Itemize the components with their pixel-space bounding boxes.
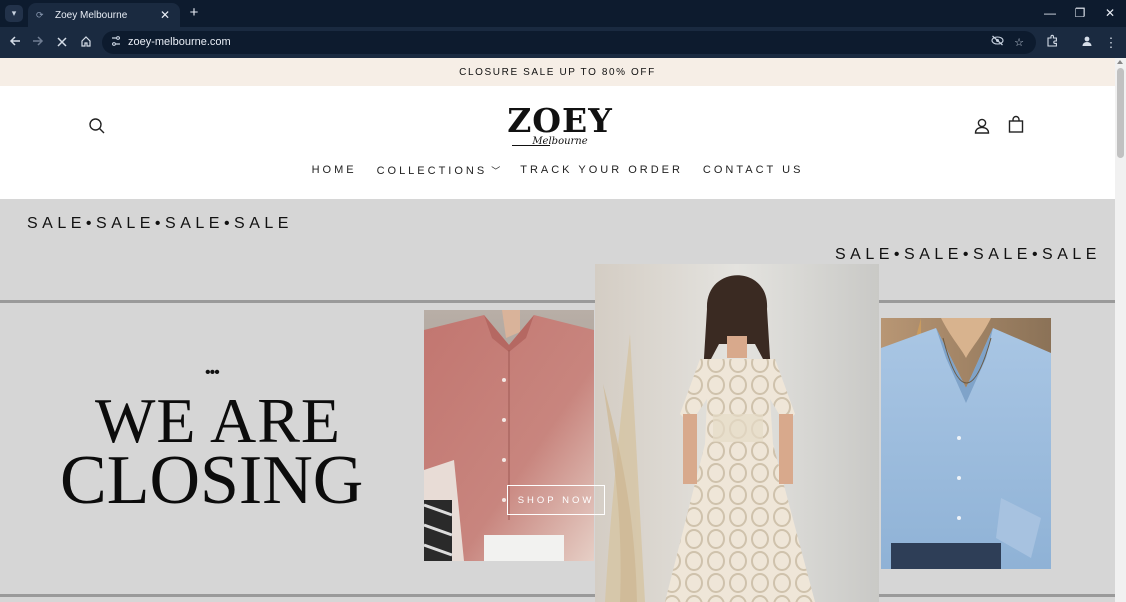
close-tab-icon[interactable]: ✕: [158, 8, 172, 22]
new-tab-button[interactable]: +: [185, 4, 203, 22]
back-button[interactable]: [5, 33, 25, 53]
bookmark-star-icon[interactable]: ☆: [1011, 35, 1027, 51]
bag-icon: [1008, 115, 1024, 133]
browser-toolbar: zoey-melbourne.com ☆ ⋮: [0, 27, 1126, 58]
profile-button[interactable]: [1077, 33, 1097, 53]
profile-icon: [1082, 36, 1092, 46]
announcement-text: CLOSURE SALE UP TO 80% OFF: [459, 66, 656, 78]
restore-window-button[interactable]: ❐: [1070, 4, 1090, 22]
minimize-window-button[interactable]: —: [1040, 4, 1060, 22]
divider-top: [0, 300, 1115, 303]
back-arrow-icon: [9, 36, 20, 46]
ellipsis-dots: •••: [205, 364, 220, 381]
nav-collections-label: COLLECTIONS: [376, 165, 488, 177]
chevron-down-icon: ▾: [11, 8, 17, 18]
puzzle-icon: [1046, 34, 1057, 47]
extensions-button[interactable]: [1042, 33, 1062, 53]
page-viewport: CLOSURE SALE UP TO 80% OFF ZOEY Melbourn…: [0, 58, 1115, 602]
sale-marquee-right: SALE•SALE•SALE•SALE: [835, 246, 1101, 263]
browser-tab[interactable]: ⟳ Zoey Melbourne ✕: [28, 3, 180, 27]
chevron-down-icon: ﹀: [491, 166, 501, 176]
announcement-bar: CLOSURE SALE UP TO 80% OFF: [0, 58, 1115, 86]
address-bar[interactable]: zoey-melbourne.com ☆: [102, 31, 1036, 54]
main-navigation: HOME COLLECTIONS ﹀ TRACK YOUR ORDER CONTA…: [0, 164, 1115, 184]
product-photo-pink-shirt[interactable]: [424, 310, 594, 561]
tab-search-button[interactable]: ▾: [5, 5, 23, 22]
sale-marquee-left: SALE•SALE•SALE•SALE: [27, 215, 293, 232]
close-window-button[interactable]: ✕: [1100, 4, 1120, 22]
site-logo[interactable]: ZOEY Melbourne: [500, 104, 620, 152]
stop-loading-button[interactable]: [52, 33, 72, 53]
account-button[interactable]: [972, 116, 996, 140]
browser-tab-bar: ▾ ⟳ Zoey Melbourne ✕ + — ❐ ✕: [0, 0, 1126, 27]
loading-favicon-icon: ⟳: [36, 10, 44, 20]
site-header: ZOEY Melbourne HOME COLLECTIONS ﹀ TRACK Y…: [0, 86, 1115, 199]
logo-wordmark: ZOEY: [507, 101, 613, 140]
nav-track-order[interactable]: TRACK YOUR ORDER: [520, 164, 683, 184]
logo-rule: [512, 145, 550, 146]
url-text: zoey-melbourne.com: [128, 36, 231, 48]
scroll-up-arrow-icon[interactable]: [1117, 60, 1123, 64]
nav-collections[interactable]: COLLECTIONS ﹀: [377, 164, 501, 184]
forward-button[interactable]: [28, 33, 48, 53]
browser-menu-button[interactable]: ⋮: [1101, 33, 1121, 53]
search-button[interactable]: [87, 116, 111, 140]
hero-banner[interactable]: SALE•SALE•SALE•SALE SALE•SALE•SALE•SALE …: [0, 199, 1115, 602]
eye-off-icon[interactable]: [989, 35, 1005, 51]
home-button[interactable]: [76, 33, 96, 53]
divider-bottom: [0, 594, 1115, 597]
search-icon: [89, 118, 105, 134]
user-icon: [974, 118, 990, 134]
headline-closing: CLOSING: [60, 442, 364, 519]
kebab-menu-icon: ⋮: [1104, 35, 1118, 50]
product-photo-blue-shirt[interactable]: [881, 318, 1051, 569]
tab-title: Zoey Melbourne: [55, 9, 128, 21]
scrollbar-thumb[interactable]: [1117, 68, 1124, 158]
nav-home[interactable]: HOME: [312, 164, 357, 184]
cart-button[interactable]: [1006, 115, 1030, 139]
stop-icon: [57, 37, 67, 47]
home-icon: [81, 36, 91, 47]
page-scrollbar[interactable]: [1115, 58, 1126, 602]
nav-contact[interactable]: CONTACT US: [703, 164, 804, 184]
shop-now-button[interactable]: SHOP NOW: [507, 485, 605, 515]
forward-arrow-icon: [33, 36, 44, 46]
product-photo-lace-dress[interactable]: [595, 264, 879, 602]
site-info-icon[interactable]: [109, 35, 123, 49]
